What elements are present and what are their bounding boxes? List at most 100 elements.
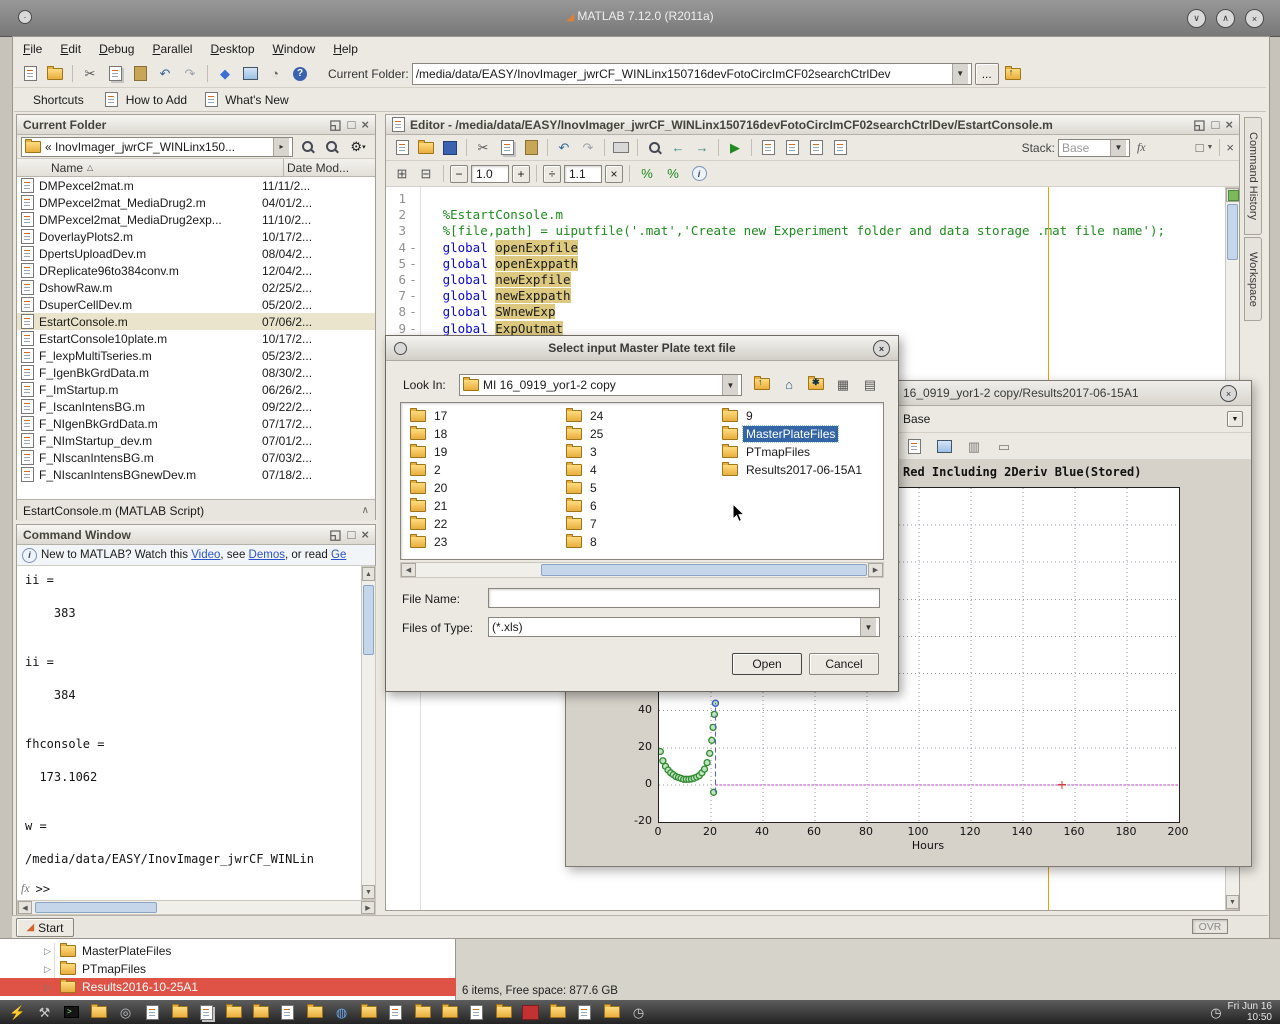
column-name[interactable]: Name (51, 161, 83, 175)
file-row[interactable]: F_NIgenBkGrdData.m07/17/2... (17, 415, 375, 432)
file-row[interactable]: F_ImStartup.m06/26/2... (17, 381, 375, 398)
folder-item[interactable]: 21 (407, 497, 557, 515)
folder-window-icon[interactable] (413, 1003, 432, 1022)
undo-icon[interactable]: ↶ (154, 64, 176, 84)
folder-window-icon[interactable] (548, 1003, 567, 1022)
command-vscrollbar[interactable]: ▲ ▼ (361, 566, 376, 900)
breakpoint-margin[interactable]: - (406, 272, 420, 288)
breakpoint-margin[interactable] (406, 207, 420, 223)
find-icon[interactable] (643, 138, 665, 158)
documents-icon[interactable] (197, 1003, 216, 1022)
simulink-icon[interactable]: ◆ (214, 64, 236, 84)
folder-window-icon[interactable] (494, 1003, 513, 1022)
scrollbar-thumb[interactable] (541, 564, 867, 576)
maximize-panel-icon[interactable]: □ (348, 528, 356, 541)
text-editor-icon[interactable] (278, 1003, 297, 1022)
red-app-icon[interactable] (521, 1003, 540, 1022)
breakpoint-margin[interactable]: - (406, 288, 420, 304)
folder-window-icon[interactable] (224, 1003, 243, 1022)
detail-view-icon[interactable]: ▤ (859, 374, 881, 394)
close-dialog-icon[interactable]: × (873, 340, 890, 357)
command-prompt[interactable]: >> (36, 882, 50, 896)
multiply-button[interactable]: × (605, 165, 623, 183)
folder-window-icon[interactable] (251, 1003, 270, 1022)
file-name-input[interactable] (488, 588, 880, 608)
grid-view-icon[interactable]: ▦ (832, 374, 854, 394)
menu-desktop[interactable]: Desktop (201, 39, 263, 59)
command-prompt-row[interactable]: fx >> (21, 881, 50, 896)
banner-link[interactable]: Demos (249, 549, 285, 561)
copy-figure-icon[interactable] (903, 436, 925, 456)
decrease-indent-button[interactable]: − (450, 165, 468, 183)
profiler-icon[interactable]: ◔ (264, 64, 286, 84)
code-line[interactable]: 2 %EstartConsole.m (386, 207, 1206, 223)
paste-icon[interactable] (129, 64, 151, 84)
file-manager-icon[interactable] (89, 1003, 108, 1022)
file-row[interactable]: EstartConsole10plate.m10/17/2... (17, 330, 375, 347)
menu-edit[interactable]: Edit (51, 39, 90, 59)
legend-icon[interactable]: ▥ (963, 436, 985, 456)
search-folder-icon[interactable] (297, 137, 317, 157)
new-file-icon[interactable] (391, 138, 413, 158)
file-row[interactable]: F_NImStartup_dev.m07/01/2... (17, 432, 375, 449)
expander-icon[interactable]: ▷ (44, 982, 54, 993)
folder-window-icon[interactable] (359, 1003, 378, 1022)
files-icon[interactable] (575, 1003, 594, 1022)
figure-stack-dropdown-icon[interactable]: ▼ (1227, 411, 1243, 427)
current-folder-path-combo[interactable]: /media/data/EASY/InovImager_jwrCF_WINLin… (412, 63, 972, 85)
line-number[interactable]: 4 (386, 240, 406, 256)
folder-item[interactable]: 23 (407, 533, 557, 551)
files-of-type-combo[interactable]: (*.xls) ▼ (488, 617, 880, 637)
folder-item[interactable]: 8 (563, 533, 713, 551)
folder-window-icon[interactable] (170, 1003, 189, 1022)
save-icon[interactable] (439, 138, 461, 158)
start-button[interactable]: ◢ Start (16, 918, 74, 937)
up-folder-icon[interactable]: ↑ (751, 374, 773, 394)
line-number[interactable]: 5 (386, 256, 406, 272)
scrollbar-thumb[interactable] (35, 902, 157, 913)
cancel-button[interactable]: Cancel (809, 653, 879, 675)
run-icon[interactable]: ▶ (724, 138, 746, 158)
address-combo[interactable]: « InovImager_jwrCF_WINLinx150... ▸ (21, 137, 293, 157)
file-row[interactable]: F_IscanIntensBG.m09/22/2... (17, 398, 375, 415)
files-icon[interactable] (386, 1003, 405, 1022)
folder-item[interactable]: 2 (407, 461, 557, 479)
breakpoint-clear-icon[interactable] (805, 138, 827, 158)
file-row[interactable]: EstartConsole.m07/06/2... (17, 313, 375, 330)
collapse-details-icon[interactable]: ∧ (362, 505, 369, 516)
code-line[interactable]: 8- global SWnewExp (386, 304, 1206, 320)
line-number[interactable]: 2 (386, 207, 406, 223)
new-script-icon[interactable] (19, 64, 41, 84)
files-icon[interactable] (467, 1003, 486, 1022)
file-browser-row[interactable]: ▷PTmapFiles (0, 960, 456, 978)
redo-icon[interactable]: ↷ (179, 64, 201, 84)
close-file-icon[interactable]: × (1226, 141, 1234, 154)
expander-icon[interactable]: ▷ (44, 964, 54, 975)
step-in-icon[interactable] (829, 138, 851, 158)
line-number[interactable]: 7 (386, 288, 406, 304)
file-row[interactable]: DMPexcel2mat_MediaDrug2.m04/01/2... (17, 194, 375, 211)
find-files-icon[interactable] (321, 137, 341, 157)
folder-window-icon[interactable] (305, 1003, 324, 1022)
folder-item[interactable]: 24 (563, 407, 713, 425)
close-figure-icon[interactable]: × (1220, 385, 1237, 402)
breakpoint-set-icon[interactable] (781, 138, 803, 158)
dialog-menu-icon[interactable] (394, 342, 407, 355)
browse-folder-button[interactable]: ... (975, 63, 999, 85)
dialog-hscrollbar[interactable]: ◀ ▶ (400, 562, 884, 578)
line-number[interactable]: 1 (386, 191, 406, 207)
file-browser-row[interactable]: ▷Results2016-10-25A1 (0, 978, 456, 996)
folder-item[interactable]: PTmapFiles (719, 443, 883, 461)
maximize-panel-icon[interactable]: □ (1212, 118, 1220, 131)
folder-item[interactable]: 4 (563, 461, 713, 479)
code-line[interactable]: 5- global openExppath (386, 256, 1206, 272)
up-one-level-icon[interactable]: ↑ (1002, 64, 1024, 84)
line-number[interactable]: 3 (386, 223, 406, 239)
folder-item[interactable]: Results2017-06-15A1 (719, 461, 883, 479)
folder-item[interactable]: MasterPlateFiles (719, 425, 883, 443)
breakpoint-margin[interactable] (406, 223, 420, 239)
file-row[interactable]: F_IgenBkGrdData.m08/30/2... (17, 364, 375, 381)
cell-info-icon[interactable]: i (688, 164, 710, 184)
increase-indent-button[interactable]: + (512, 165, 530, 183)
path-dropdown-icon[interactable]: ▼ (952, 64, 968, 84)
